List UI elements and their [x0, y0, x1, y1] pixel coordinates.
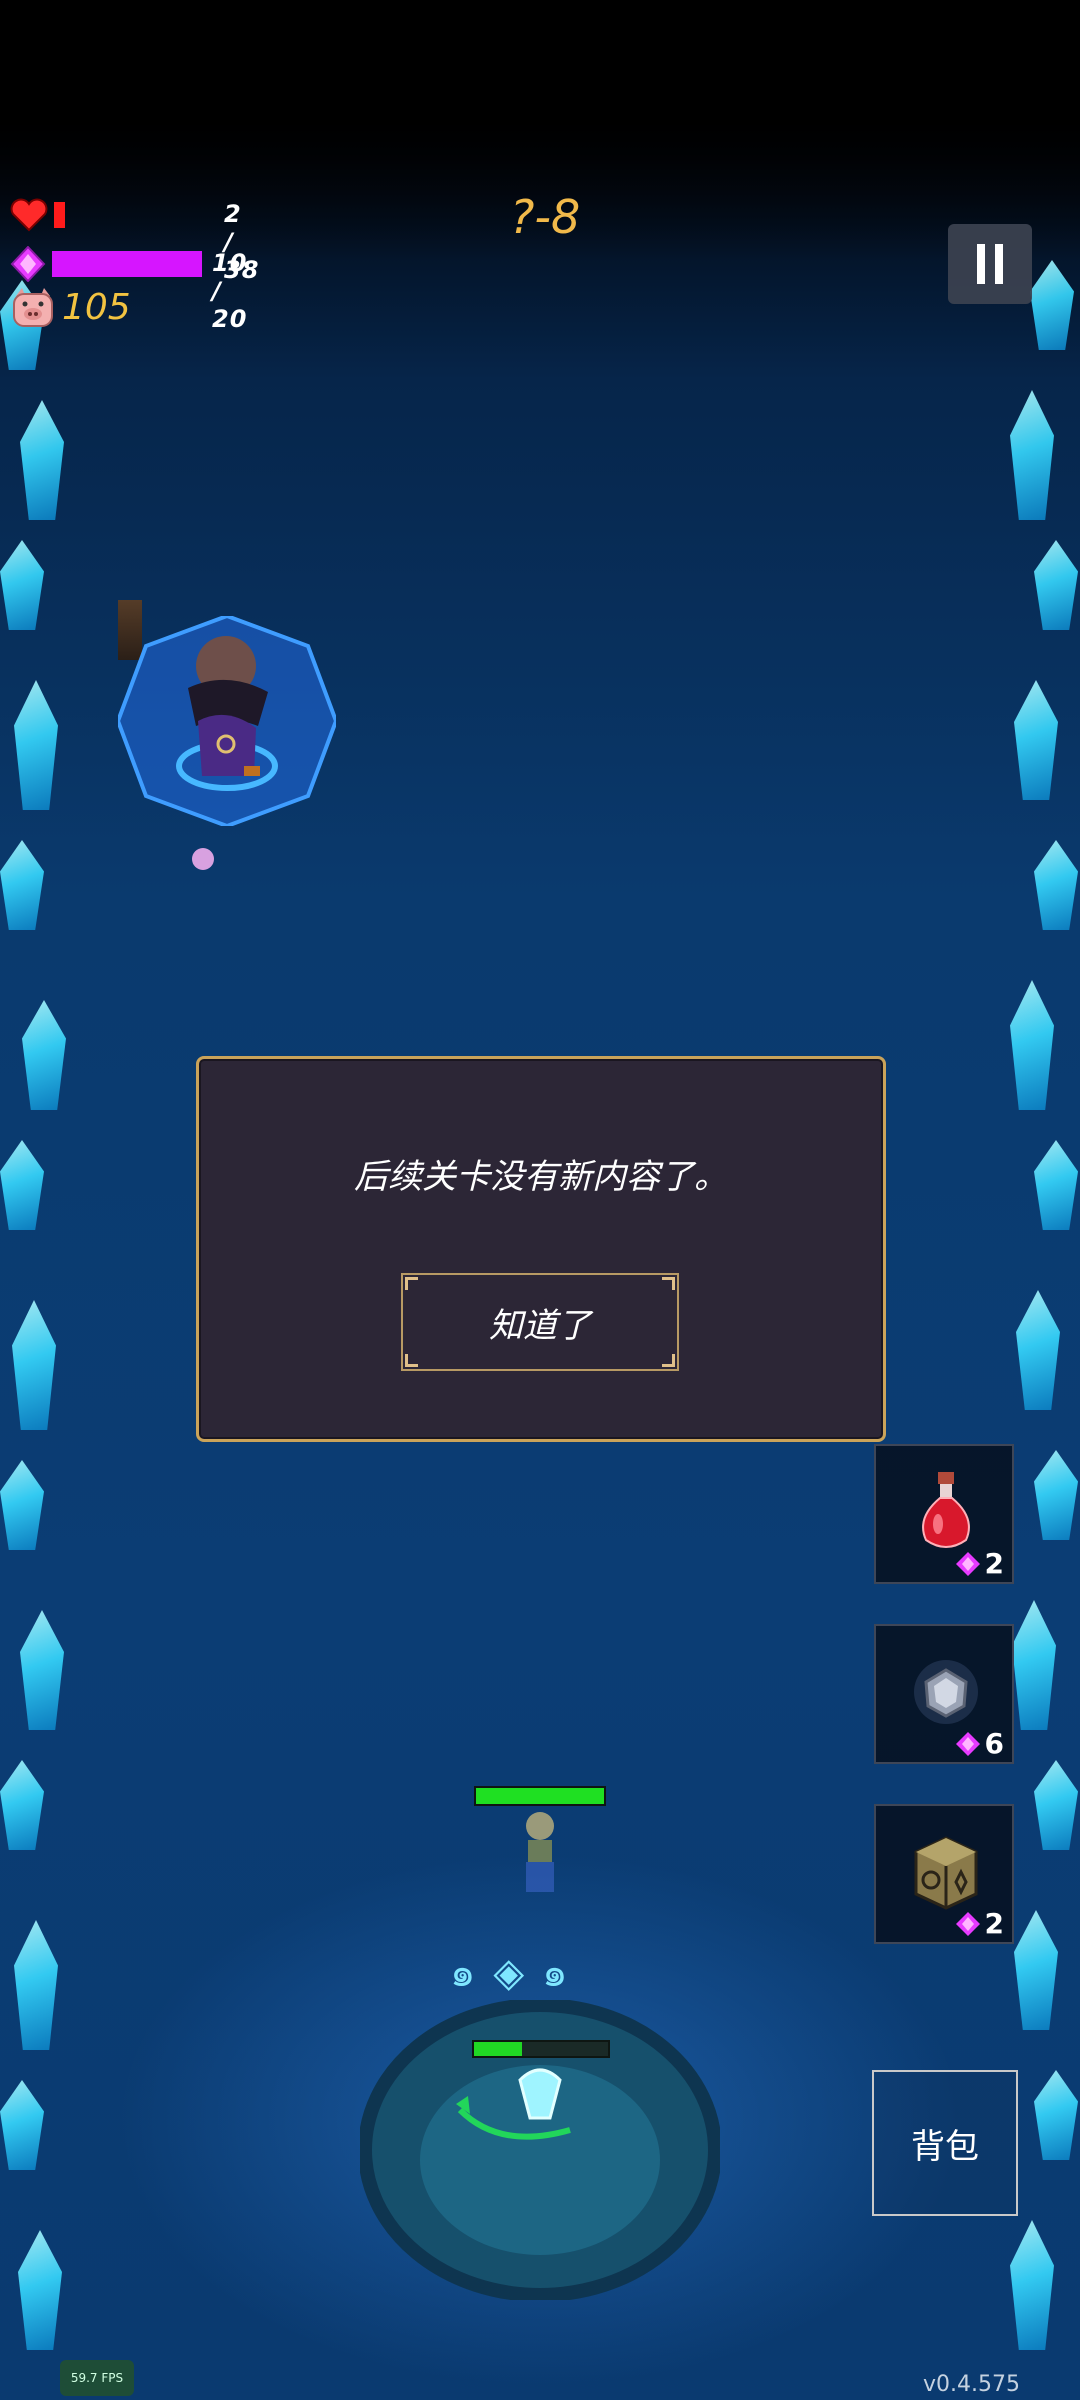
ore-orb-icon [914, 1660, 978, 1724]
pause-icon-bar [977, 244, 985, 284]
player-hp-fill [476, 1788, 604, 1804]
item-slot-potion[interactable]: 2 [874, 1444, 1014, 1584]
magic-orb [192, 848, 214, 870]
dialog-message: 后续关卡没有新内容了。 [354, 1157, 728, 1197]
rune-crate-icon [914, 1836, 978, 1910]
fps-counter: 59.7 FPS [60, 2360, 134, 2396]
base-hp-fill [474, 2042, 523, 2056]
backpack-button-label: 背包 [911, 2126, 979, 2167]
pause-icon-bar [995, 244, 1003, 284]
mana-diamond-icon [10, 246, 46, 282]
acknowledge-button-label: 知道了 [489, 1305, 591, 1346]
gold-count: 105 [62, 286, 131, 328]
base-hp-bar [472, 2040, 610, 2058]
item-slot-orb[interactable]: 6 [874, 1624, 1014, 1764]
heart-icon [10, 198, 48, 232]
mp-bar-fill [52, 251, 202, 277]
gold-row: 105 [10, 286, 131, 328]
backpack-button[interactable]: 背包 [872, 2070, 1018, 2216]
left-crystal-wall [0, 240, 90, 2400]
mana-diamond-icon [955, 1731, 980, 1756]
potion-icon [922, 1472, 970, 1548]
notice-dialog: 后续关卡没有新内容了。 知道了 [196, 1056, 886, 1442]
mana-diamond-icon [955, 1551, 980, 1576]
acknowledge-button[interactable]: 知道了 [401, 1273, 679, 1371]
item-count: 6 [955, 1727, 1004, 1760]
pause-button[interactable] [948, 224, 1032, 304]
player-hp-bar [474, 1786, 606, 1806]
item-count: 2 [955, 1907, 1004, 1940]
game-scene: 2 / 38 10 / 20 105 ?-8 后续关卡没有新内容了。 知道了 2… [0, 0, 1080, 2400]
stage-label: ?-8 [510, 190, 581, 244]
item-slot-crate[interactable]: 2 [874, 1804, 1014, 1944]
hp-bar-fill [54, 202, 65, 228]
mana-diamond-icon [955, 1911, 980, 1936]
mp-row: 10 / 20 [10, 246, 252, 333]
player-character[interactable] [510, 1808, 570, 1894]
mp-bar: 10 / 20 [52, 249, 252, 333]
piggy-bank-icon [13, 288, 53, 327]
rune-glyphs: ๑◈๑ [450, 1950, 586, 1996]
mp-text: 10 / 20 [212, 249, 248, 333]
version-label: v0.4.575 [923, 2372, 1020, 2397]
hp-bar: 2 / 38 [54, 200, 258, 284]
hp-row: 2 / 38 [10, 198, 258, 284]
item-count: 2 [955, 1547, 1004, 1580]
boss-enemy[interactable] [118, 616, 336, 826]
